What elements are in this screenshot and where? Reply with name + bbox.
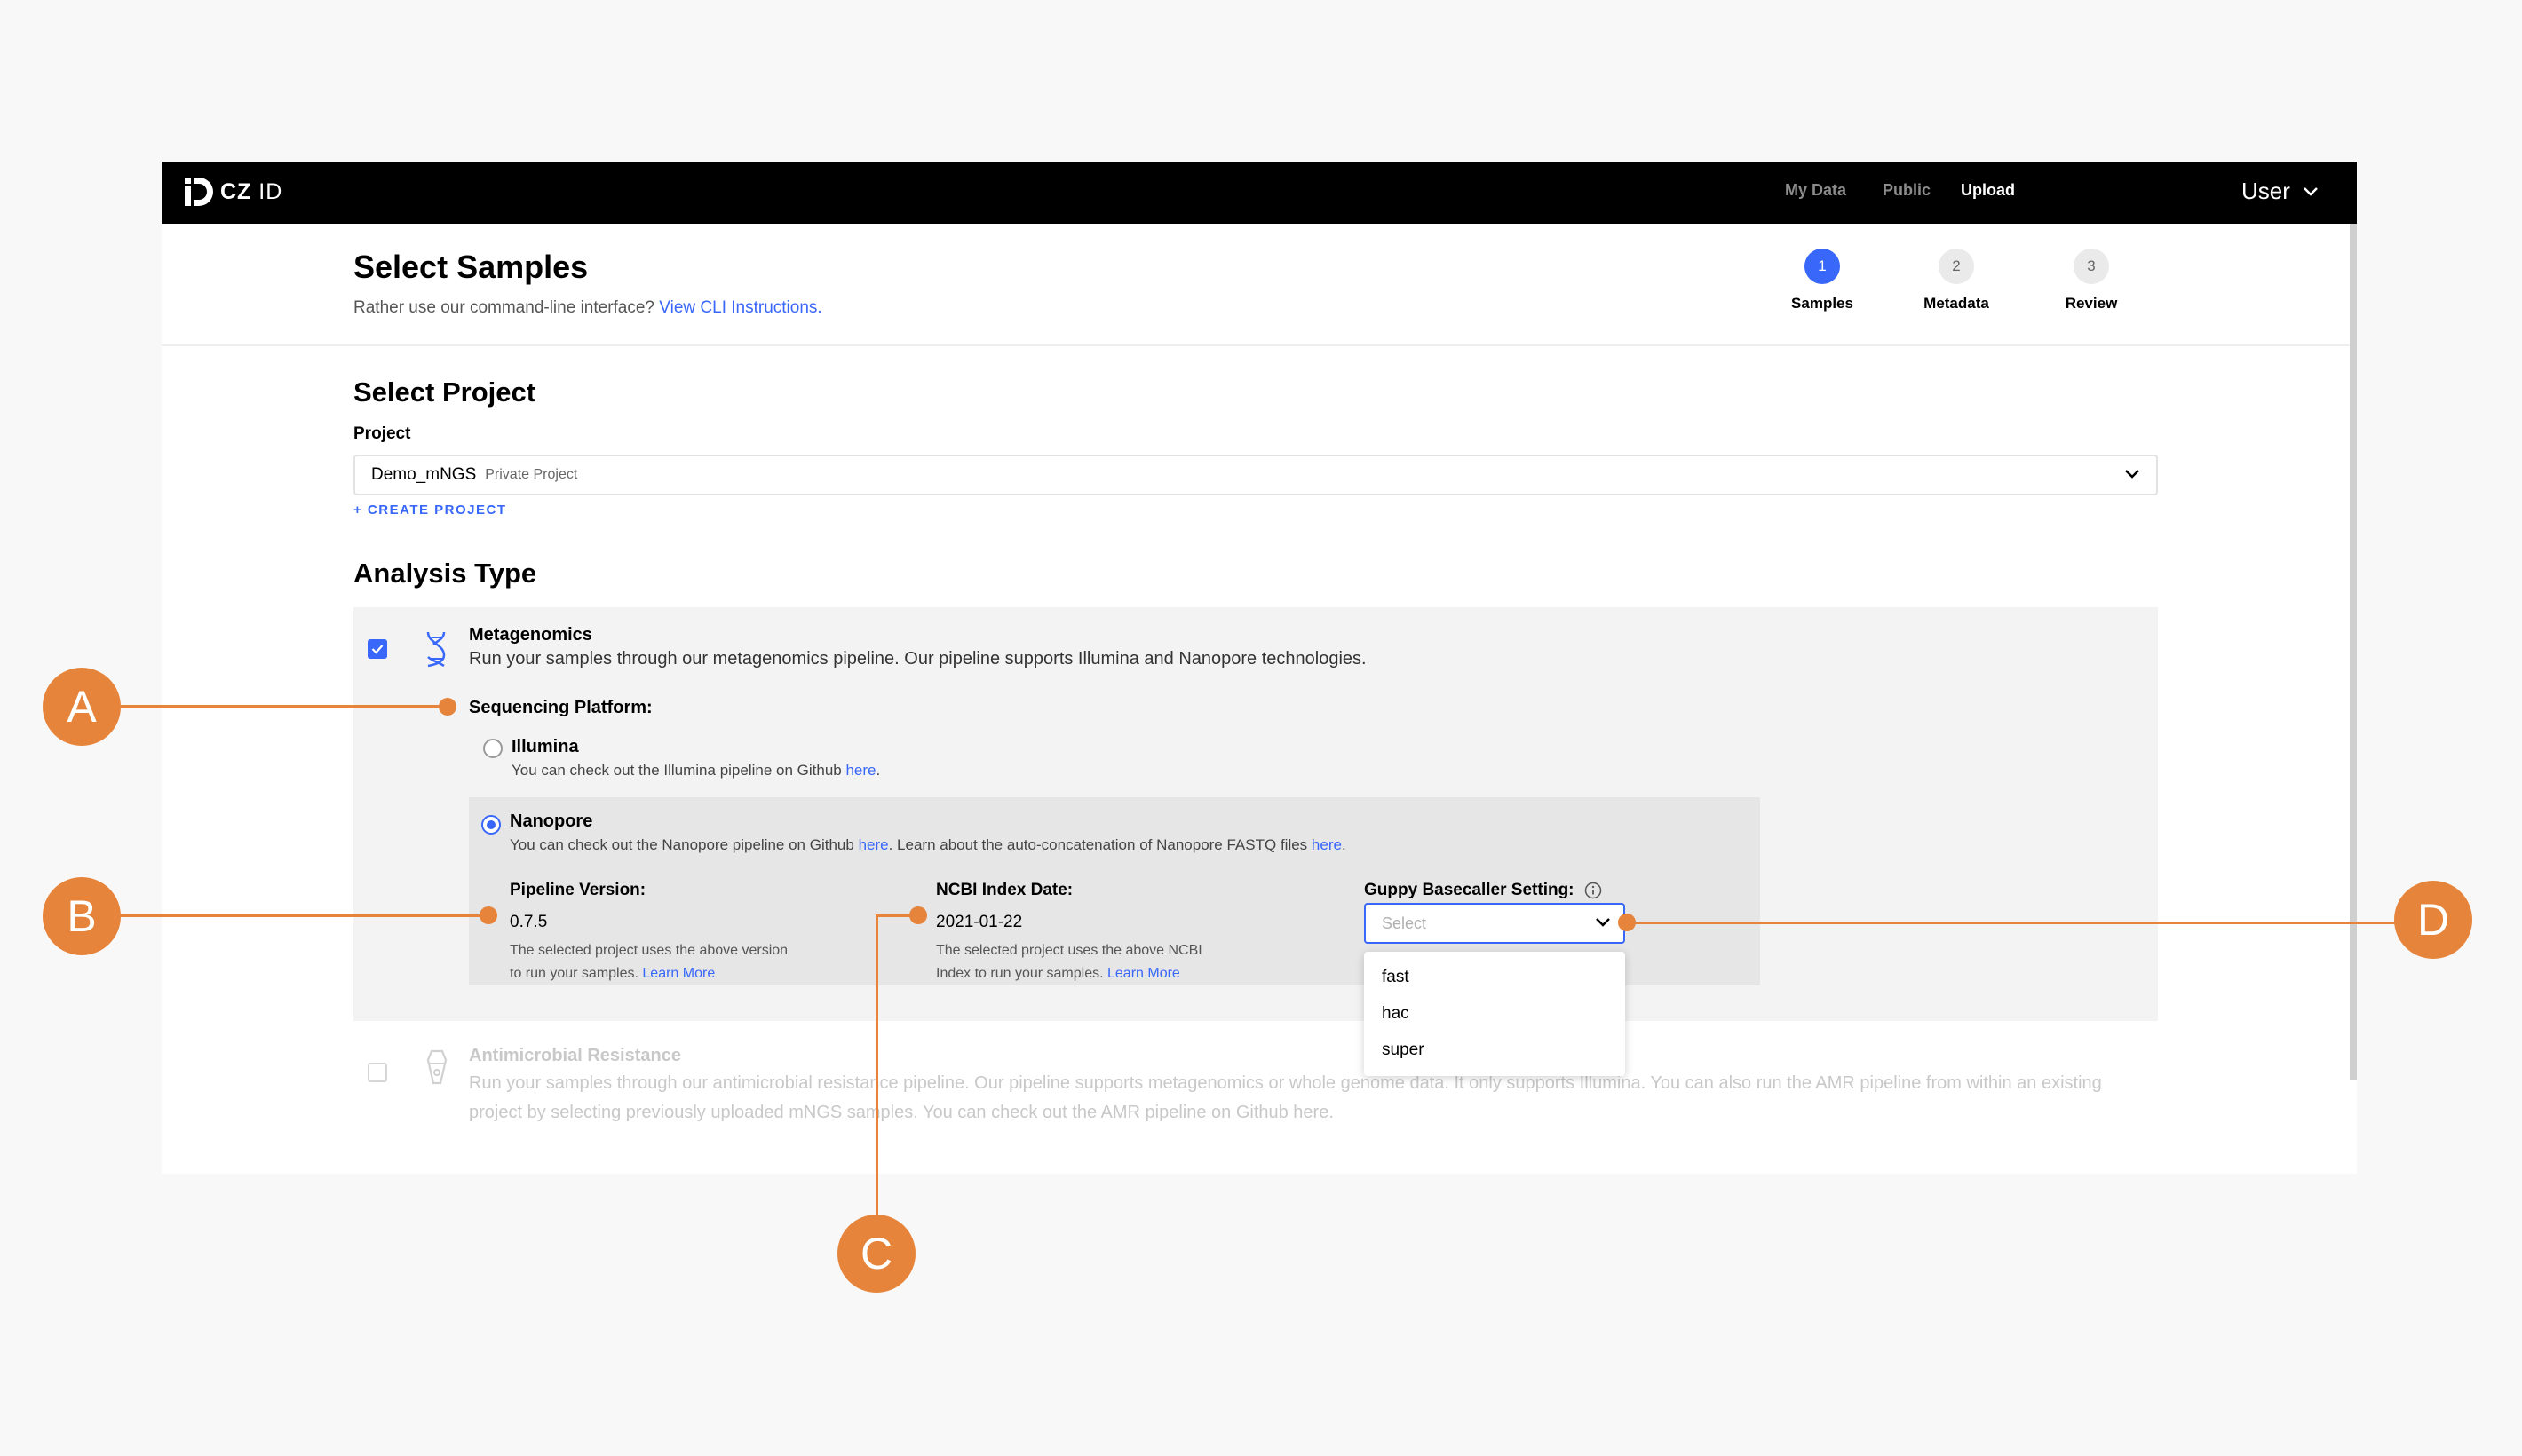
metagenomics-checkbox[interactable] — [368, 639, 387, 659]
select-project-heading: Select Project — [353, 376, 536, 408]
annotation-b-dot — [480, 906, 497, 924]
pipeline-version-desc-line2: to run your samples. — [510, 966, 638, 981]
guppy-basecaller-select[interactable]: Select — [1364, 903, 1625, 944]
nanopore-desc-suffix: . — [1341, 836, 1346, 853]
nanopore-title: Nanopore — [510, 811, 593, 831]
step-number: 3 — [2074, 249, 2109, 284]
amr-checkbox[interactable] — [368, 1063, 387, 1082]
nav-upload[interactable]: Upload — [1961, 181, 2015, 200]
annotation-b-badge: B — [43, 877, 121, 955]
illumina-github-link[interactable]: here — [845, 762, 876, 779]
cli-hint-text: Rather use our command-line interface? — [353, 298, 655, 317]
ncbi-index-value: 2021-01-22 — [936, 913, 1023, 931]
ncbi-index-desc-line2: Index to run your samples. — [936, 966, 1104, 981]
illumina-description: You can check out the Illumina pipeline … — [512, 762, 880, 779]
step-label: Samples — [1791, 295, 1853, 312]
pipeline-version-value: 0.7.5 — [510, 913, 548, 931]
guppy-select-placeholder: Select — [1382, 914, 1427, 932]
czid-logo[interactable]: CZ ID — [183, 176, 282, 208]
illumina-radio[interactable] — [483, 739, 503, 758]
guppy-setting-label: Guppy Basecaller Setting: — [1364, 881, 1574, 899]
info-icon[interactable] — [1584, 882, 1602, 899]
logo-text-id: ID — [258, 178, 283, 204]
step-number: 1 — [1804, 249, 1840, 284]
user-name: User — [2241, 178, 2290, 204]
page-header: Select Samples Rather use our command-li… — [162, 224, 2350, 346]
metagenomics-panel: Metagenomics Run your samples through ou… — [353, 607, 2158, 1021]
annotation-a-line — [120, 705, 448, 708]
antimicrobial-icon — [426, 1049, 448, 1085]
annotation-a-badge: A — [43, 668, 121, 746]
step-label: Metadata — [1923, 295, 1989, 312]
annotation-d-badge: D — [2394, 881, 2472, 959]
project-field-label: Project — [353, 424, 411, 443]
annotation-c-line-vertical — [876, 914, 878, 1223]
illumina-desc-text: You can check out the Illumina pipeline … — [512, 762, 842, 779]
illumina-title: Illumina — [512, 737, 579, 756]
top-navbar: CZ ID My Data Public Upload User — [162, 162, 2357, 224]
dropdown-option-super[interactable]: super — [1364, 1032, 1625, 1068]
step-review[interactable]: 3 Review — [2038, 249, 2145, 313]
metagenomics-title: Metagenomics — [469, 625, 592, 645]
dna-icon — [426, 631, 446, 668]
chevron-down-icon — [2125, 470, 2139, 479]
pipeline-version-label: Pipeline Version: — [510, 881, 646, 899]
step-samples[interactable]: 1 Samples — [1769, 249, 1876, 313]
guppy-dropdown-menu: fast hac super — [1364, 952, 1625, 1076]
step-number: 2 — [1939, 249, 1974, 284]
analysis-type-heading: Analysis Type — [353, 558, 537, 589]
annotation-c-dot — [909, 906, 927, 924]
annotation-d-dot — [1618, 914, 1636, 931]
project-select[interactable]: Demo_mNGS Private Project — [353, 455, 2158, 495]
sequencing-platform-label: Sequencing Platform: — [469, 698, 653, 717]
guppy-setting-label-wrap: Guppy Basecaller Setting: — [1364, 881, 1602, 900]
ncbi-index-learn-more-link[interactable]: Learn More — [1107, 966, 1180, 981]
dropdown-option-hac[interactable]: hac — [1364, 995, 1625, 1032]
pipeline-version-learn-more-link[interactable]: Learn More — [642, 966, 715, 981]
dropdown-option-fast[interactable]: fast — [1364, 959, 1625, 995]
app-window: CZ ID My Data Public Upload User Select … — [162, 162, 2357, 1174]
nanopore-radio[interactable] — [481, 815, 501, 835]
logo-text: CZ ID — [220, 179, 282, 205]
annotation-b-line — [120, 914, 489, 917]
cli-instructions-link[interactable]: View CLI Instructions. — [659, 298, 821, 317]
project-privacy-tag: Private Project — [485, 467, 578, 482]
user-menu[interactable]: User — [2241, 178, 2319, 205]
checkmark-icon — [371, 645, 384, 654]
project-name: Demo_mNGS — [371, 465, 477, 484]
amr-description: Run your samples through our antimicrobi… — [469, 1073, 2102, 1122]
nanopore-github-link[interactable]: here — [859, 836, 889, 853]
nanopore-desc-text: You can check out the Nanopore pipeline … — [510, 836, 854, 853]
ncbi-index-description: The selected project uses the above NCBI… — [936, 939, 1256, 985]
chevron-down-icon — [1596, 918, 1610, 927]
nanopore-concat-link[interactable]: here — [1312, 836, 1342, 853]
scrollbar[interactable] — [2350, 224, 2357, 1080]
annotation-d-line — [1627, 922, 2399, 924]
chevron-down-icon — [2304, 186, 2318, 196]
nav-public[interactable]: Public — [1883, 181, 1931, 200]
nanopore-description: You can check out the Nanopore pipeline … — [510, 836, 1346, 854]
step-metadata[interactable]: 2 Metadata — [1903, 249, 2010, 313]
pipeline-version-desc-line1: The selected project uses the above vers… — [510, 943, 789, 958]
czid-logo-icon — [185, 178, 213, 206]
create-project-link[interactable]: + CREATE PROJECT — [353, 502, 507, 518]
step-label: Review — [2065, 295, 2118, 312]
illumina-desc-suffix: . — [876, 762, 881, 779]
cli-hint: Rather use our command-line interface? V… — [353, 298, 822, 318]
ncbi-index-desc-line1: The selected project uses the above NCBI — [936, 943, 1202, 958]
page-title: Select Samples — [353, 249, 589, 285]
ncbi-index-label: NCBI Index Date: — [936, 881, 1074, 899]
nanopore-desc-mid: . Learn about the auto-concatenation of … — [888, 836, 1308, 853]
logo-text-cz: CZ — [220, 178, 252, 204]
metagenomics-description: Run your samples through our metagenomic… — [469, 649, 1367, 669]
pipeline-version-description: The selected project uses the above vers… — [510, 939, 829, 985]
annotation-a-dot — [439, 698, 456, 716]
nav-my-data[interactable]: My Data — [1785, 181, 1846, 200]
annotation-c-badge: C — [837, 1215, 916, 1293]
amr-title: Antimicrobial Resistance — [469, 1046, 681, 1065]
